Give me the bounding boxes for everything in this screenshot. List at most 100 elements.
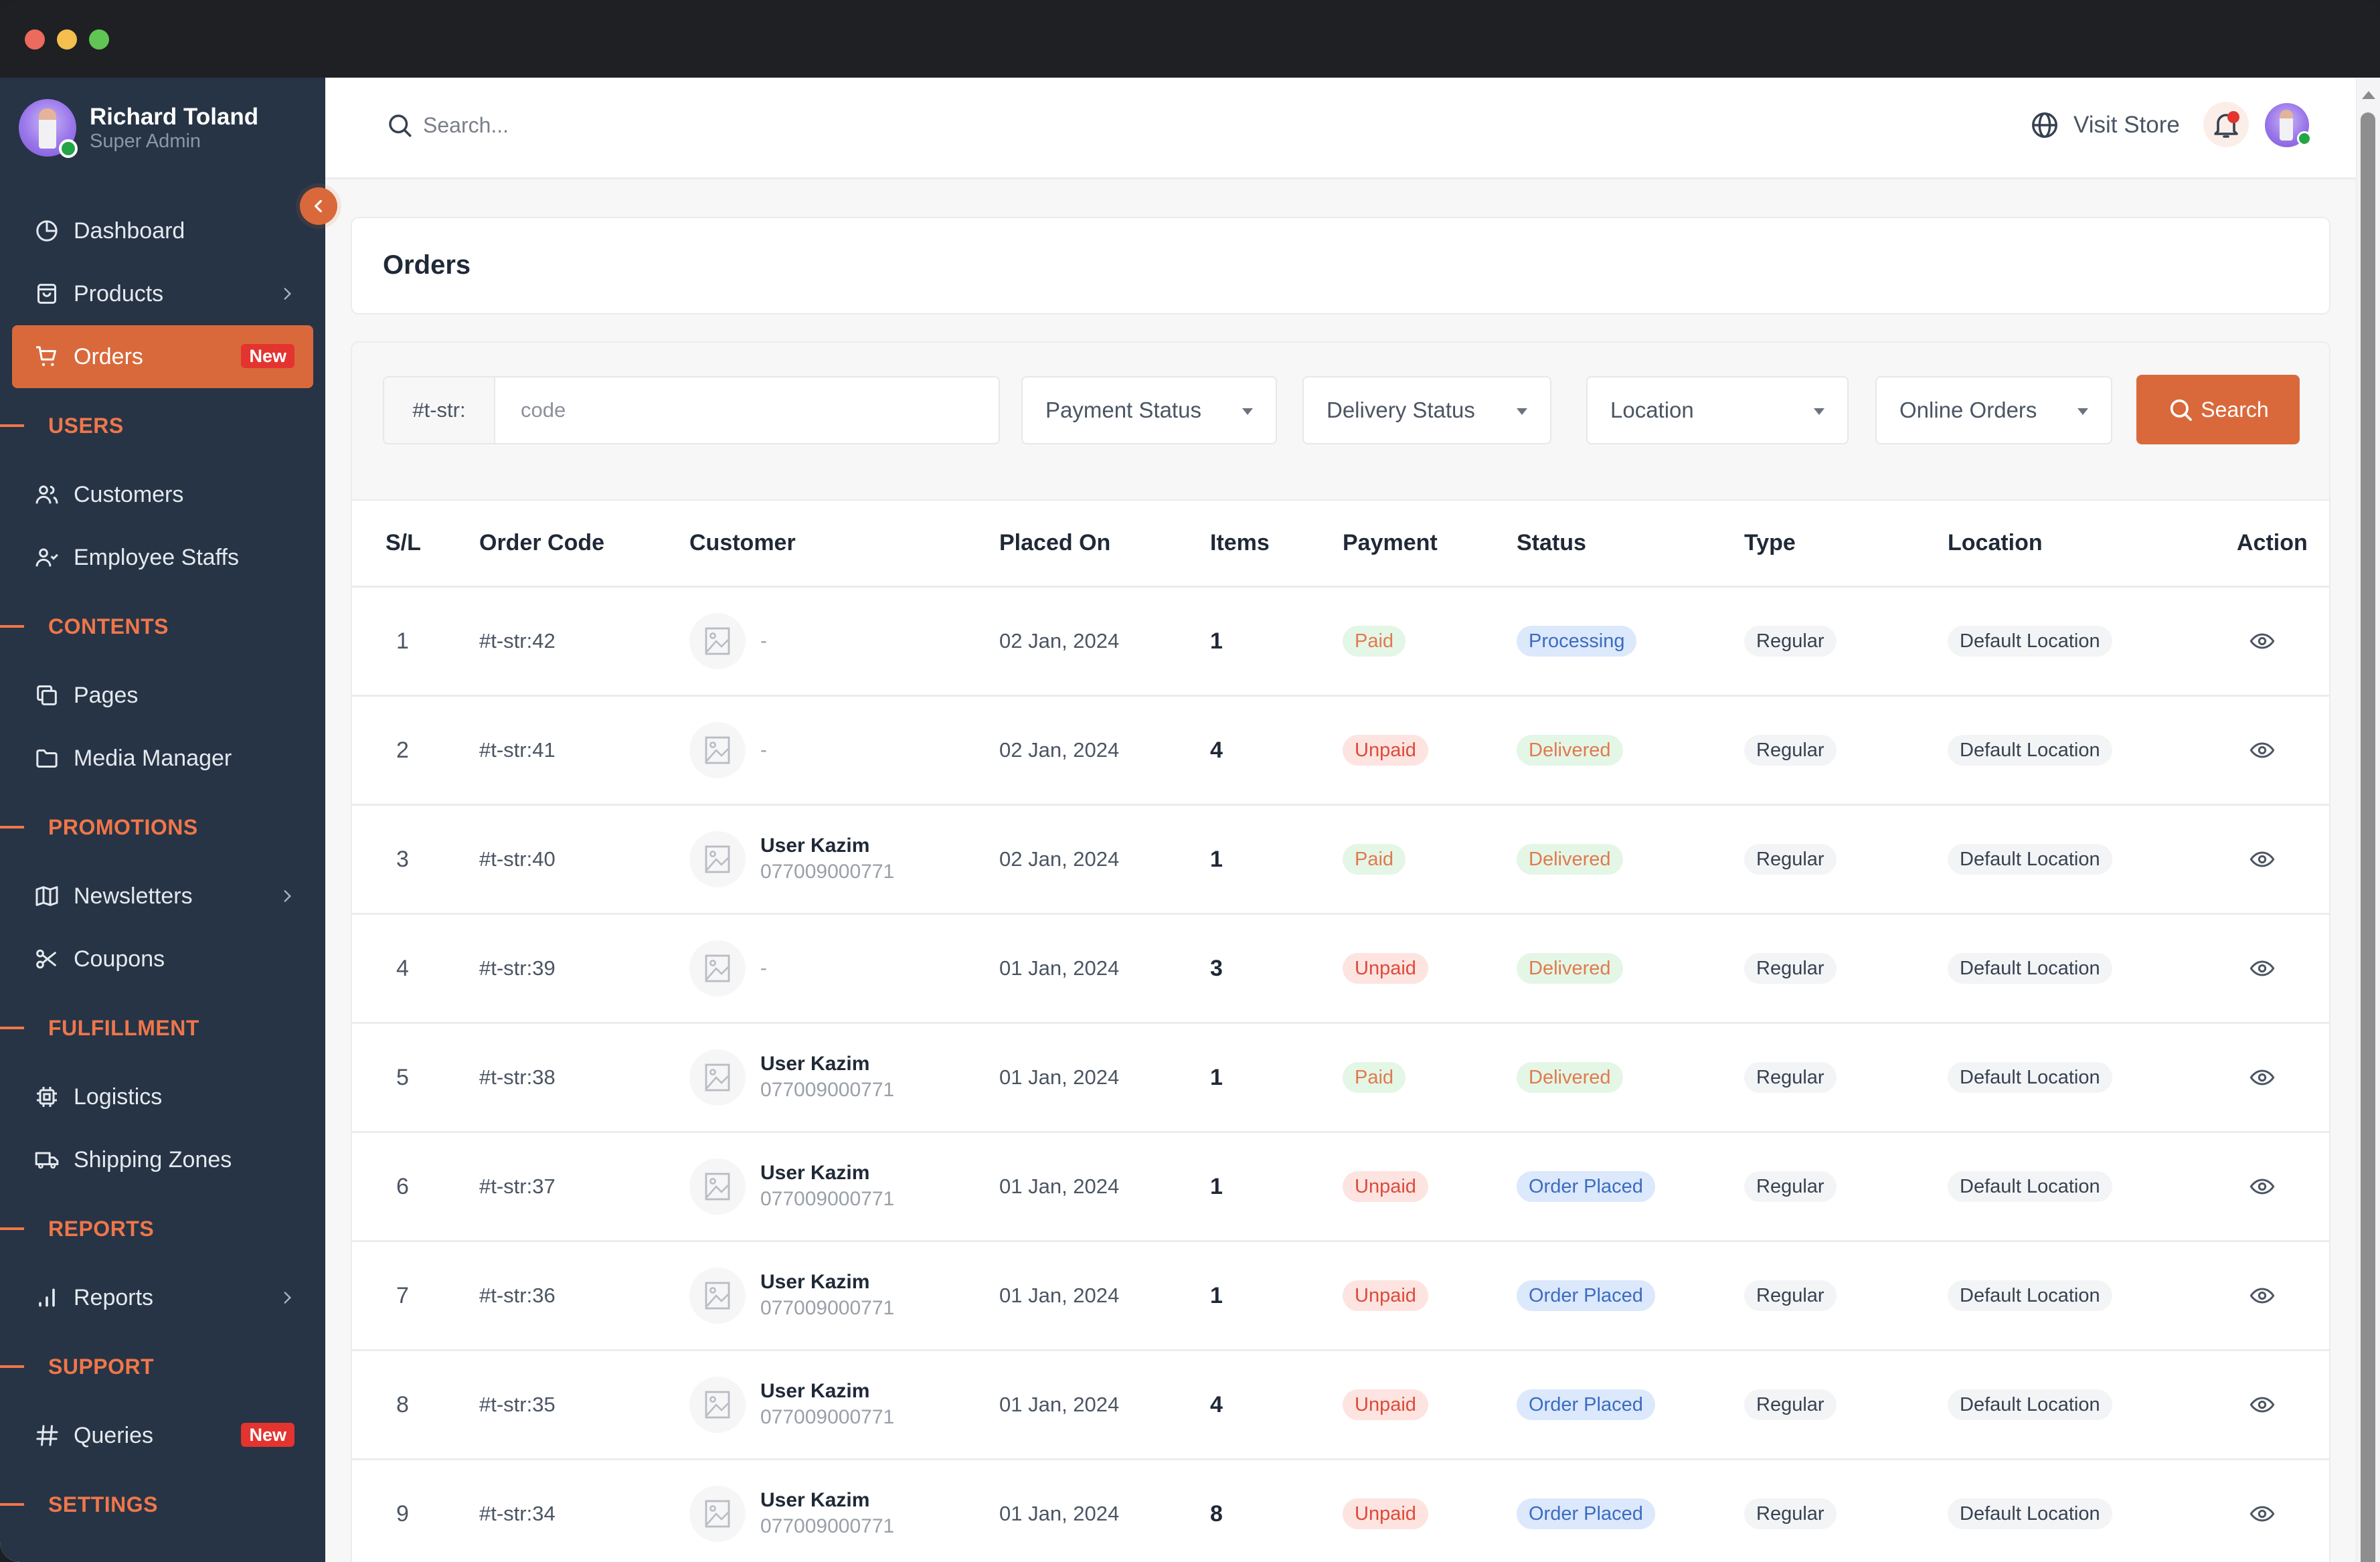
- notification-dot: [2227, 111, 2239, 123]
- column-header-location[interactable]: Location: [1948, 530, 2043, 556]
- payment-status-select[interactable]: Payment Status: [1021, 376, 1277, 444]
- collapse-sidebar-button[interactable]: [300, 187, 337, 225]
- table-row[interactable]: 6 #t-str:37 User Kazim 077009000771 01 Jan, …: [352, 1133, 2329, 1242]
- view-order-button[interactable]: [2249, 588, 2276, 695]
- location-select[interactable]: Location: [1586, 376, 1849, 444]
- status-badge: Order Placed: [1517, 1280, 1655, 1311]
- customer-name: User Kazim: [760, 1162, 870, 1184]
- items-count: 1: [1210, 1064, 1223, 1090]
- window-maximize-button[interactable]: [89, 29, 109, 50]
- payment-badge: Unpaid: [1343, 1389, 1428, 1420]
- placed-on: 01 Jan, 2024: [999, 1175, 1120, 1198]
- window-close-button[interactable]: [25, 29, 45, 50]
- visit-store-link[interactable]: Visit Store: [2029, 110, 2180, 141]
- user-profile[interactable]: Richard Toland Super Admin: [19, 98, 258, 158]
- location-badge: Default Location: [1948, 1498, 2112, 1529]
- caret-down-icon: [1242, 408, 1253, 415]
- type-badge: Regular: [1744, 626, 1837, 657]
- customer-cell: User Kazim 077009000771: [689, 806, 894, 913]
- eye-icon: [2249, 1069, 2275, 1086]
- sidebar-item-shipping-zones[interactable]: Shipping Zones: [0, 1128, 325, 1191]
- order-code: #t-str:41: [479, 738, 556, 762]
- global-search-input[interactable]: [423, 112, 825, 138]
- order-code-input[interactable]: [495, 377, 999, 443]
- scrollbar-thumb[interactable]: [2361, 112, 2375, 1562]
- customer-name: User Kazim: [760, 1380, 870, 1402]
- sidebar-item-newsletters[interactable]: Newsletters: [0, 865, 325, 928]
- items-count: 8: [1210, 1500, 1223, 1527]
- table-row[interactable]: 1 #t-str:42 - 02 Jan, 2024 1 Paid Processing Re…: [352, 588, 2329, 697]
- status-badge: Order Placed: [1517, 1498, 1655, 1529]
- sidebar-item-appearance[interactable]: Appearance: [0, 1542, 325, 1562]
- column-header-payment[interactable]: Payment: [1343, 530, 1438, 556]
- search-button[interactable]: Search: [2136, 375, 2300, 444]
- sidebar-item-employee-staffs[interactable]: Employee Staffs: [0, 526, 325, 589]
- column-header-items[interactable]: Items: [1210, 530, 1270, 556]
- view-order-button[interactable]: [2249, 1460, 2276, 1562]
- sidebar-item-dashboard[interactable]: Dashboard: [0, 199, 325, 262]
- customer-image-placeholder: [689, 831, 746, 887]
- view-order-button[interactable]: [2249, 1351, 2276, 1458]
- column-header-sl[interactable]: S/L: [386, 530, 421, 556]
- sidebar-item-reports[interactable]: Reports: [0, 1266, 325, 1329]
- view-order-button[interactable]: [2249, 1242, 2276, 1349]
- column-header-customer[interactable]: Customer: [689, 530, 796, 556]
- type-badge: Regular: [1744, 844, 1837, 875]
- sidebar-item-coupons[interactable]: Coupons: [0, 928, 325, 990]
- sidebar-item-products[interactable]: Products: [0, 262, 325, 325]
- location-badge: Default Location: [1948, 735, 2112, 766]
- global-search[interactable]: [386, 111, 825, 139]
- placed-on: 02 Jan, 2024: [999, 629, 1120, 653]
- table-row[interactable]: 2 #t-str:41 - 02 Jan, 2024 4 Unpaid Delivered R…: [352, 697, 2329, 806]
- sidebar-item-queries[interactable]: Queries New: [0, 1404, 325, 1467]
- column-header-type[interactable]: Type: [1744, 530, 1796, 556]
- view-order-button[interactable]: [2249, 1024, 2276, 1131]
- column-header-action: Action: [2237, 530, 2308, 555]
- location-badge: Default Location: [1948, 844, 2112, 875]
- new-badge: New: [241, 1423, 294, 1447]
- table-row[interactable]: 7 #t-str:36 User Kazim 077009000771 01 Jan, …: [352, 1242, 2329, 1351]
- type-badge: Regular: [1744, 1498, 1837, 1529]
- search-icon: [2171, 399, 2193, 421]
- table-row[interactable]: 9 #t-str:34 User Kazim 077009000771 01 Jan, …: [352, 1460, 2329, 1562]
- column-header-status[interactable]: Status: [1517, 530, 1586, 556]
- search-icon: [389, 114, 412, 137]
- serial-number: 8: [396, 1391, 409, 1417]
- sidebar-item-orders[interactable]: Orders New: [12, 325, 313, 388]
- table-row[interactable]: 3 #t-str:40 User Kazim 077009000771 02 Jan, …: [352, 806, 2329, 915]
- sidebar-item-label: Reports: [74, 1284, 154, 1310]
- sidebar-item-customers[interactable]: Customers: [0, 463, 325, 526]
- sidebar-item-logistics[interactable]: Logistics: [0, 1065, 325, 1128]
- serial-number: 7: [396, 1282, 409, 1308]
- view-order-button[interactable]: [2249, 697, 2276, 804]
- eye-icon: [2249, 1288, 2275, 1304]
- sidebar-item-label: Products: [74, 280, 164, 307]
- location-badge: Default Location: [1948, 1171, 2112, 1202]
- online-status-indicator: [59, 139, 78, 158]
- table-row[interactable]: 4 #t-str:39 - 01 Jan, 2024 3 Unpaid Delivered R…: [352, 915, 2329, 1024]
- column-header-order-code[interactable]: Order Code: [479, 530, 604, 556]
- page-scrollbar[interactable]: [2356, 78, 2380, 1562]
- order-source-select[interactable]: Online Orders: [1875, 376, 2112, 444]
- image-icon: [705, 1063, 730, 1092]
- type-badge: Regular: [1744, 1171, 1837, 1202]
- profile-role: Super Admin: [90, 131, 201, 152]
- eye-icon: [2249, 1397, 2275, 1413]
- window-minimize-button[interactable]: [57, 29, 77, 50]
- table-row[interactable]: 8 #t-str:35 User Kazim 077009000771 01 Jan, …: [352, 1351, 2329, 1460]
- notifications-button[interactable]: [2203, 102, 2249, 147]
- delivery-status-select[interactable]: Delivery Status: [1302, 376, 1551, 444]
- column-header-placed-on[interactable]: Placed On: [999, 530, 1110, 556]
- eye-icon: [2249, 1506, 2275, 1522]
- view-order-button[interactable]: [2249, 806, 2276, 913]
- view-order-button[interactable]: [2249, 1133, 2276, 1240]
- customer-cell: -: [689, 915, 767, 1022]
- sidebar-item-pages[interactable]: Pages: [0, 664, 325, 727]
- caret-down-icon: [1814, 408, 1824, 415]
- table-row[interactable]: 5 #t-str:38 User Kazim 077009000771 01 Jan, …: [352, 1024, 2329, 1133]
- view-order-button[interactable]: [2249, 915, 2276, 1022]
- eye-icon: [2249, 633, 2275, 649]
- header-avatar[interactable]: [2265, 103, 2312, 147]
- scroll-up-arrow[interactable]: [2362, 91, 2375, 99]
- sidebar-item-media-manager[interactable]: Media Manager: [0, 727, 325, 790]
